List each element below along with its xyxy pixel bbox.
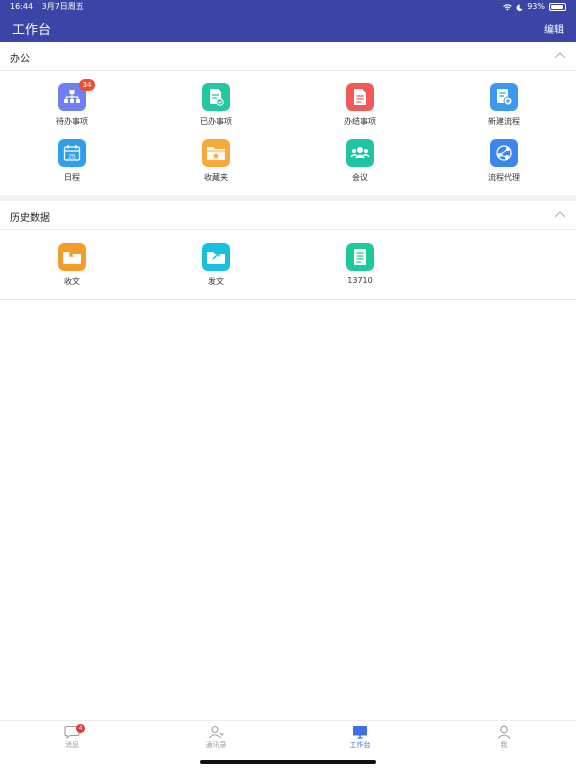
tile-todo[interactable]: 34 待办事项	[0, 79, 144, 137]
section-header-office[interactable]: 办公	[0, 42, 576, 71]
profile-icon	[497, 725, 511, 739]
tile-received-docs[interactable]: 收文	[0, 243, 144, 297]
tile-done[interactable]: 已办事项	[144, 83, 288, 137]
page-title: 工作台	[12, 23, 52, 38]
tile-label: 流程代理	[488, 173, 520, 182]
meeting-icon	[346, 139, 374, 167]
doc-check-icon	[202, 83, 230, 111]
tile-label: 会议	[352, 173, 368, 182]
tile-meeting[interactable]: 会议	[288, 139, 432, 193]
contacts-icon	[209, 725, 224, 739]
tile-label: 收文	[64, 277, 80, 286]
send-folder-icon	[202, 243, 230, 271]
message-count-badge: 4	[76, 724, 85, 733]
inbox-folder-icon	[58, 243, 86, 271]
calendar-day: 25	[68, 153, 76, 160]
tile-label: 日程	[64, 173, 80, 182]
status-time: 16:44	[10, 2, 34, 11]
status-bar: 16:44 3月7日周五 93%	[0, 0, 576, 14]
tile-label: 收藏夹	[204, 173, 228, 182]
doc-icon	[346, 83, 374, 111]
tile-favorites[interactable]: 收藏夹	[144, 139, 288, 193]
tile-new-flow[interactable]: 新建流程	[432, 83, 576, 137]
section-title: 历史数据	[10, 213, 50, 224]
top-bar: 16:44 3月7日周五 93% 工作台 编辑	[0, 0, 576, 42]
tab-messages[interactable]: 4 消息	[0, 724, 144, 755]
battery-percent: 93%	[527, 2, 545, 11]
tile-schedule[interactable]: 25 日程	[0, 139, 144, 193]
tile-label: 13710	[347, 276, 373, 285]
folder-star-icon	[202, 139, 230, 167]
chevron-up-icon[interactable]	[554, 50, 566, 60]
home-indicator	[200, 760, 376, 764]
status-date: 3月7日周五	[41, 2, 84, 11]
tab-workbench[interactable]: 工作台	[288, 725, 432, 755]
tab-contacts[interactable]: 通讯录	[144, 725, 288, 755]
tab-label: 消息	[65, 741, 79, 749]
calendar-icon: 25	[58, 139, 86, 167]
tile-label: 发文	[208, 277, 224, 286]
section-title: 办公	[10, 54, 30, 65]
tile-label: 办结事项	[344, 117, 376, 126]
workbench-icon	[353, 726, 367, 739]
wifi-icon	[503, 3, 513, 11]
tile-sent-docs[interactable]: 发文	[144, 243, 288, 297]
chevron-up-icon[interactable]	[554, 209, 566, 219]
share-flow-icon	[490, 139, 518, 167]
new-flow-icon	[490, 83, 518, 111]
tile-flow-proxy[interactable]: 流程代理	[432, 139, 576, 193]
section-header-history[interactable]: 历史数据	[0, 201, 576, 230]
tab-label: 通讯录	[205, 741, 227, 749]
tab-label: 我	[500, 741, 508, 749]
document-list-icon	[346, 243, 374, 271]
tab-me[interactable]: 我	[432, 725, 576, 755]
tab-label: 工作台	[349, 741, 371, 749]
todo-count-badge: 34	[79, 79, 95, 91]
moon-icon	[516, 4, 523, 11]
tile-label: 待办事项	[56, 117, 88, 126]
tile-13710[interactable]: 13710	[288, 243, 432, 297]
edit-button[interactable]: 编辑	[544, 21, 564, 36]
battery-icon	[549, 3, 566, 11]
tile-label: 已办事项	[200, 117, 232, 126]
content-divider	[0, 299, 576, 300]
tile-label: 新建流程	[488, 117, 520, 126]
tile-finished[interactable]: 办结事项	[288, 83, 432, 137]
